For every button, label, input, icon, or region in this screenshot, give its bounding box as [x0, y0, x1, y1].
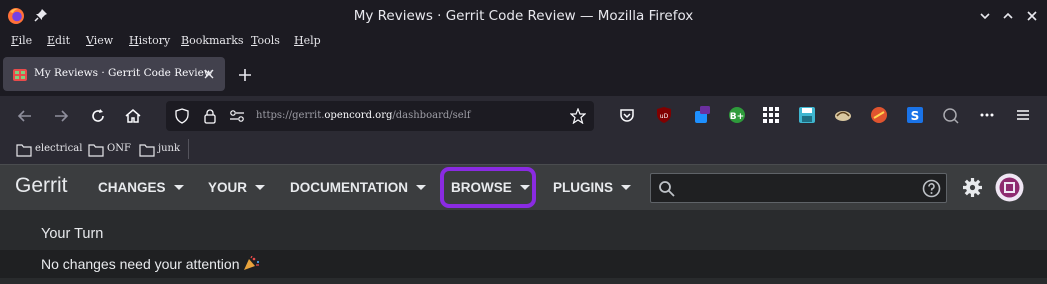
nav-plugins-menu[interactable]: PLUGINS	[553, 180, 632, 195]
caret-down-icon	[255, 185, 266, 190]
empty-state-message: No changes need your attention	[41, 256, 260, 272]
menu-edit[interactable]: Edit	[47, 34, 70, 47]
avatar[interactable]	[995, 173, 1024, 202]
extension-icon[interactable]	[692, 106, 710, 124]
extension-icon[interactable]	[870, 106, 888, 124]
bookmark-label: junk	[158, 143, 181, 154]
nav-changes-menu[interactable]: CHANGES	[98, 180, 184, 195]
svg-text:uD: uD	[660, 113, 669, 120]
overflow-icon[interactable]	[978, 106, 996, 124]
close-icon[interactable]	[203, 68, 215, 80]
gerrit-search-box[interactable]	[650, 173, 947, 203]
close-icon[interactable]	[1025, 9, 1039, 23]
tab-strip: My Reviews · Gerrit Code Review	[0, 52, 1047, 96]
nav-your-menu[interactable]: YOUR	[208, 180, 266, 195]
menu-bookmarks[interactable]: Bookmarks	[181, 34, 244, 47]
url-text[interactable]: https://gerrit.opencord.org/dashboard/se…	[256, 110, 471, 121]
caret-down-icon	[173, 185, 184, 190]
window-title: My Reviews · Gerrit Code Review — Mozill…	[353, 8, 694, 24]
section-title-your-turn: Your Turn	[41, 226, 104, 242]
menu-view[interactable]: View	[86, 34, 113, 47]
folder-icon	[88, 144, 104, 157]
bookmark-label: ONF	[107, 143, 131, 154]
bookmarks-separator	[188, 139, 189, 159]
menu-file[interactable]: File	[11, 34, 32, 47]
maximize-icon[interactable]	[1001, 9, 1015, 23]
window-titlebar: My Reviews · Gerrit Code Review — Mozill…	[0, 0, 1047, 31]
permissions-icon[interactable]	[229, 108, 245, 124]
pocket-icon[interactable]	[618, 106, 636, 124]
menu-bar: File Edit View History Bookmarks Tools H…	[0, 31, 1047, 52]
folder-icon	[139, 144, 155, 157]
svg-text:S: S	[911, 109, 920, 123]
grid-icon[interactable]	[762, 106, 780, 124]
caret-down-icon	[416, 185, 426, 190]
forward-icon[interactable]	[52, 107, 70, 125]
nav-documentation-menu[interactable]: DOCUMENTATION	[290, 180, 426, 195]
new-tab-plus-icon[interactable]	[237, 67, 253, 83]
tab-title: My Reviews · Gerrit Code Review	[34, 67, 213, 79]
browse-highlight-box	[440, 167, 536, 208]
shield-icon[interactable]	[174, 108, 190, 124]
caret-down-icon	[621, 185, 632, 190]
bookmark-star-icon[interactable]	[570, 108, 586, 124]
gerrit-favicon-icon	[13, 69, 27, 81]
gerrit-title[interactable]: Gerrit	[15, 174, 68, 198]
party-popper-icon	[244, 256, 260, 270]
help-icon[interactable]	[922, 179, 941, 198]
chevron-down-icon[interactable]	[978, 9, 992, 23]
navigation-toolbar: https://gerrit.opencord.org/dashboard/se…	[0, 96, 1047, 136]
extension-icon[interactable]: S	[906, 106, 924, 124]
menu-icon[interactable]	[1014, 106, 1032, 124]
save-icon[interactable]	[798, 106, 816, 124]
back-icon[interactable]	[16, 107, 34, 125]
folder-icon	[16, 144, 32, 157]
menu-help[interactable]: Help	[294, 34, 321, 47]
extension-icon[interactable]	[942, 106, 960, 124]
menu-history[interactable]: History	[129, 34, 170, 47]
gear-icon[interactable]	[962, 177, 983, 198]
empty-state-row: No changes need your attention	[0, 250, 1047, 278]
tab-my-reviews[interactable]: My Reviews · Gerrit Code Review	[3, 57, 225, 91]
menu-tools[interactable]: Tools	[251, 34, 280, 47]
reload-icon[interactable]	[89, 107, 107, 125]
url-bar[interactable]: https://gerrit.opencord.org/dashboard/se…	[166, 101, 594, 131]
lock-icon[interactable]	[202, 108, 218, 124]
svg-text:B+: B+	[730, 112, 744, 122]
extension-icon[interactable]	[834, 106, 852, 124]
ublock-icon[interactable]: uD	[655, 106, 673, 124]
bookmarks-toolbar: electrical ONF junk	[0, 136, 1047, 164]
bookmark-label: electrical	[35, 143, 83, 154]
search-icon	[659, 181, 675, 197]
home-icon[interactable]	[124, 107, 142, 125]
extension-icon[interactable]: B+	[728, 106, 746, 124]
